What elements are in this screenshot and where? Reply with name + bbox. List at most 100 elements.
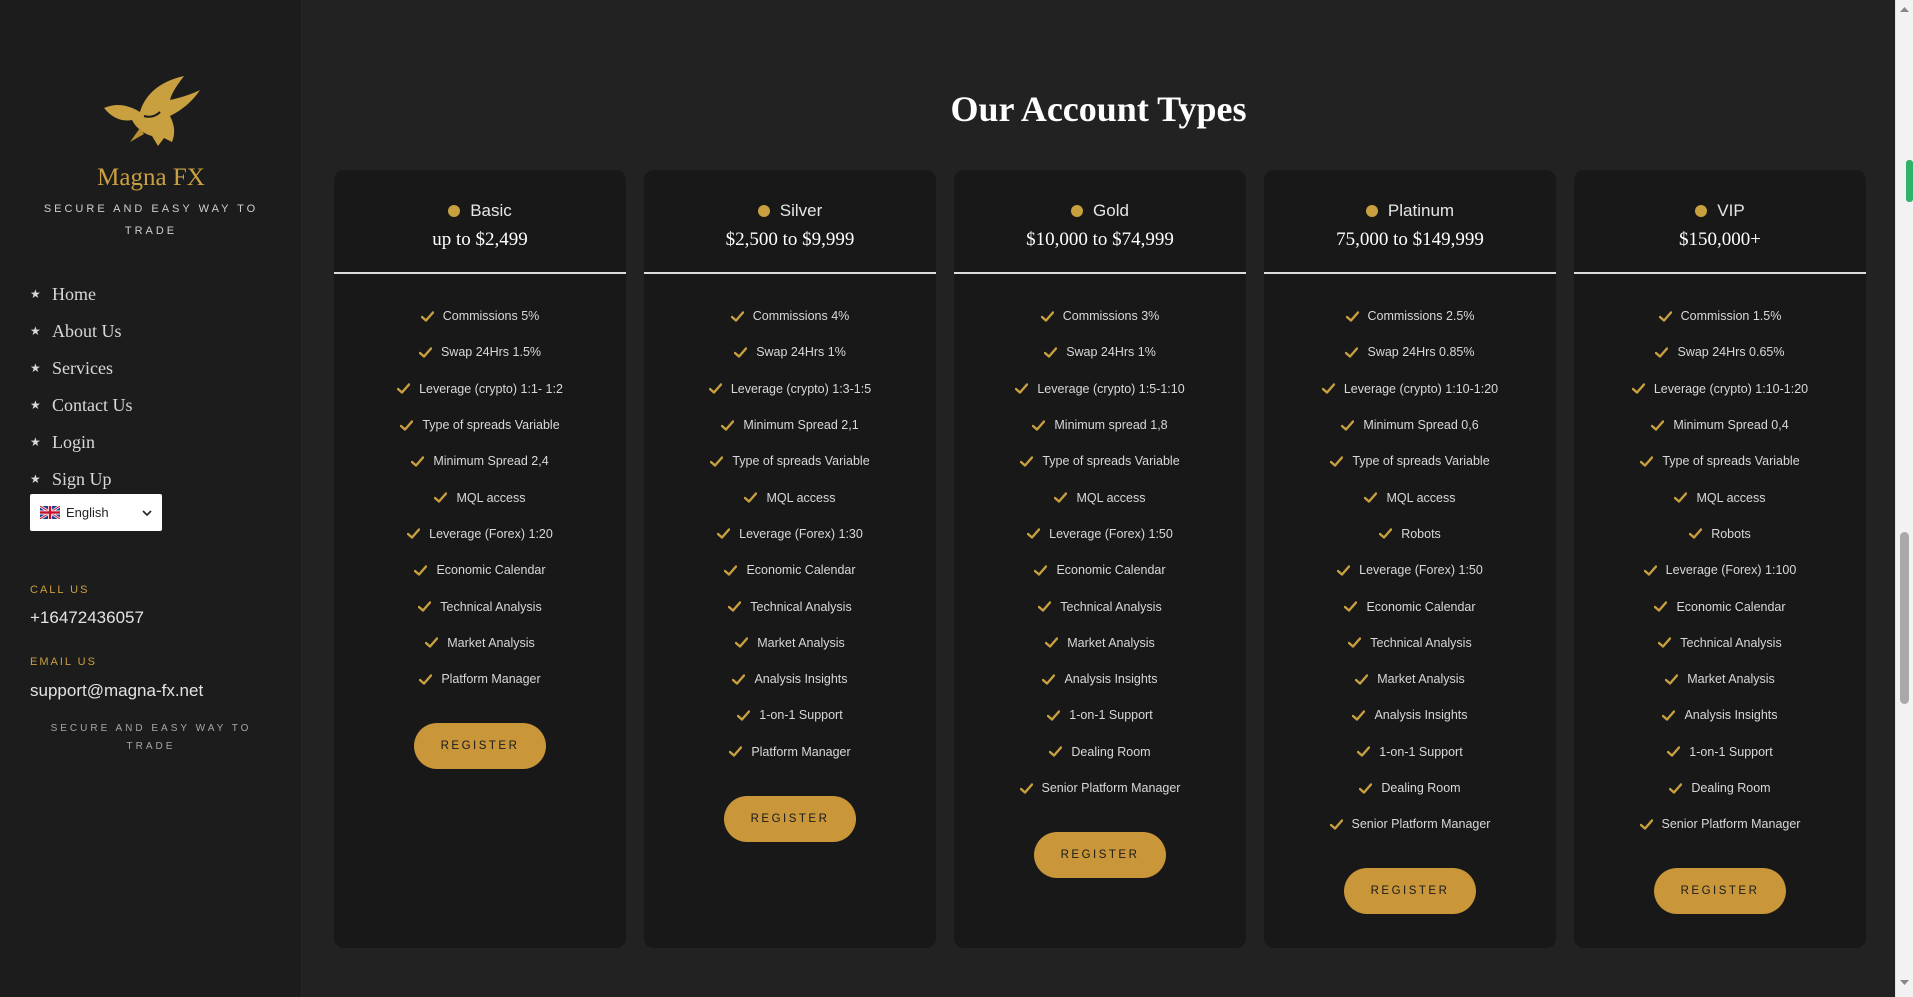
feature-label: Senior Platform Manager [1041,781,1181,795]
card-name: Platinum [1264,200,1556,222]
language-select[interactable]: English [30,494,162,531]
feature-label: Senior Platform Manager [1351,817,1491,832]
feature-item: Leverage (crypto) 1:1- 1:2 [334,371,626,407]
checkmark-icon [1352,710,1366,721]
feature-label: Leverage (crypto) 1:10-1:20 [1343,381,1499,396]
feature-label: Leverage (crypto) 1:1- 1:2 [419,381,563,396]
feature-item: Leverage (Forex) 1:50 [954,516,1246,552]
checkmark-icon [708,383,722,394]
feature-label: Technical Analysis [440,599,542,614]
bullet-dot-icon [1365,205,1378,217]
feature-label: Leverage (Forex) 1:20 [429,526,553,541]
nav-item-about-us[interactable]: ★ About Us [30,313,133,350]
feature-label: Swap 24Hrs 1% [1066,345,1156,360]
email-address[interactable]: support@magna-fx.net [30,681,203,701]
checkmark-icon [1379,528,1393,540]
card-name-label: Platinum [1387,201,1455,220]
nav-item-login[interactable]: ★ Login [30,424,133,461]
feature-item: Economic Calendar [334,552,626,588]
phone-number[interactable]: +16472436057 [30,608,144,628]
checkmark-icon [1015,383,1029,394]
feature-label: Leverage (Forex) 1:30 [739,526,863,541]
checkmark-icon [1364,492,1378,503]
nav-item-services[interactable]: ★ Services [30,350,133,387]
checkmark-icon [728,601,742,612]
checkmark-icon [1045,637,1059,649]
feature-item: Analysis Insights [644,661,936,697]
footer-tagline: SECURE AND EASY WAY TO TRADE [50,723,252,752]
email-us-label: EMAIL US [30,656,97,668]
checkmark-icon [1357,746,1371,757]
register-button[interactable]: REGISTER [724,795,856,842]
feature-item: Minimum Spread 0,4 [1574,407,1866,443]
checkmark-icon [734,347,748,358]
feature-item: Dealing Room [954,734,1246,770]
star-icon: ★ [30,435,41,449]
feature-label: Dealing Room [1071,744,1151,759]
eagle-logo-icon[interactable] [100,72,204,152]
feature-item: Type of spreads Variable [644,443,936,479]
nav-label: About Us [52,321,122,341]
feature-item: Economic Calendar [1574,588,1866,624]
feature-label: MQL access [766,490,836,505]
register-button[interactable]: REGISTER [1654,868,1786,915]
checkmark-icon [1047,710,1061,721]
feature-item: Analysis Insights [1574,697,1866,733]
checkmark-icon [1654,601,1668,612]
card-name: Basic [334,200,626,222]
feature-label: Type of spreads Variable [732,454,870,469]
main-content: Our Account Types Basic up to $2,499 Commi… [302,0,1895,997]
feature-label: Market Analysis [1067,635,1155,650]
checkmark-icon [418,347,432,358]
feature-label: Market Analysis [447,635,535,650]
checkmark-icon [710,456,724,467]
feature-item: MQL access [644,479,936,515]
checkmark-icon [1651,419,1665,431]
account-card-gold: Gold $10,000 to $74,999 Commissions 3% Swap… [954,170,1246,948]
scrollbar-thumb[interactable] [1900,532,1909,704]
feature-item: Minimum Spread 0,6 [1264,407,1556,443]
nav-item-contact-us[interactable]: ★ Contact Us [30,387,133,424]
feature-item: 1-on-1 Support [1574,734,1866,770]
feature-item: Economic Calendar [1264,588,1556,624]
register-button[interactable]: REGISTER [1034,832,1166,879]
register-button[interactable]: REGISTER [1344,868,1476,915]
checkmark-icon [1054,492,1068,503]
feature-item: Platform Manager [334,661,626,697]
checkmark-icon [732,673,746,685]
star-icon: ★ [30,287,41,301]
feature-item: Type of spreads Variable [1264,443,1556,479]
scroll-indicator-mark [1906,160,1913,202]
nav-item-sign-up[interactable]: ★ Sign Up [30,461,133,498]
register-button[interactable]: REGISTER [414,723,546,770]
feature-item: Minimum spread 1,8 [954,407,1246,443]
feature-item: MQL access [954,479,1246,515]
bullet-dot-icon [448,205,461,217]
brand-name: Magna FX [97,164,205,191]
feature-item: Robots [1264,516,1556,552]
feature-item: Leverage (crypto) 1:5-1:10 [954,371,1246,407]
page-title: Our Account Types [950,89,1247,129]
page-scrollbar[interactable] [1895,0,1913,997]
feature-label: Commissions 2.5% [1367,309,1475,324]
checkmark-icon [744,492,758,503]
card-header: Gold $10,000 to $74,999 [954,170,1246,274]
scroll-down-arrow-icon[interactable] [1900,978,1909,987]
checkmark-icon [1329,819,1343,830]
scroll-up-arrow-icon[interactable] [1900,5,1909,14]
nav-item-home[interactable]: ★ Home [30,276,133,313]
checkmark-icon [729,746,743,757]
feature-item: Economic Calendar [644,552,936,588]
feature-item: Dealing Room [1264,770,1556,806]
feature-item: Platform Manager [644,734,936,770]
feature-item: Swap 24Hrs 0.85% [1264,334,1556,370]
checkmark-icon [1674,492,1688,503]
card-price: $2,500 to $9,999 [725,229,855,250]
feature-item: 1-on-1 Support [954,697,1246,733]
feature-item: Commissions 3% [954,298,1246,334]
sidebar: Magna FX SECURE AND EASY WAY TO TRADE ★ H… [0,0,302,997]
account-card-silver: Silver $2,500 to $9,999 Commissions 4% Swap… [644,170,936,948]
feature-item: Technical Analysis [1574,625,1866,661]
feature-item: Type of spreads Variable [954,443,1246,479]
feature-label: Technical Analysis [1060,599,1162,614]
